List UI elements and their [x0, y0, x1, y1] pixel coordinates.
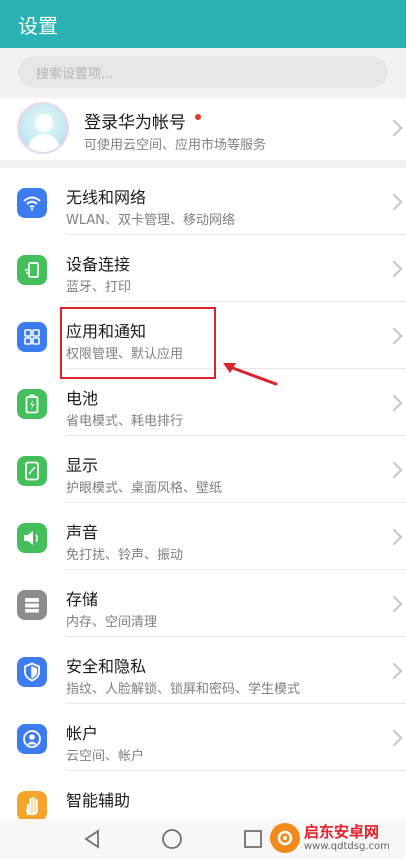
settings-item-subtitle: 指纹、人脸解锁、锁屏和密码、学生模式 — [66, 682, 301, 697]
settings-item-title: 电池 — [66, 389, 99, 408]
settings-item-subtitle: 云空间、帐户 — [66, 749, 145, 764]
chevron-right-icon — [385, 193, 403, 211]
avatar-head-shape — [35, 114, 53, 132]
settings-item-wireless[interactable]: 无线和网络 WLAN、双卡管理、移动网络 — [0, 168, 406, 235]
settings-item-title: 智能辅助 — [66, 791, 131, 810]
back-triangle-icon[interactable] — [78, 824, 108, 854]
settings-item-security-privacy[interactable]: 安全和隐私 指纹、人脸解锁、锁屏和密码、学生模式 — [0, 637, 406, 704]
avatar — [17, 102, 69, 154]
settings-item-subtitle: 护眼模式、桌面风格、壁纸 — [66, 481, 223, 496]
settings-item-smart-assist[interactable]: 智能辅助 — [0, 771, 406, 819]
account-subtitle: 可使用云空间、应用市场等服务 — [84, 138, 267, 153]
settings-item-subtitle: 内存、空间清理 — [66, 615, 158, 630]
chevron-right-icon — [385, 528, 403, 546]
watermark-url: www.qdtdsg.com — [304, 840, 390, 852]
settings-item-title: 设备连接 — [66, 255, 131, 274]
settings-item-subtitle: 免打扰、铃声、振动 — [66, 548, 184, 563]
pointer-arrow-icon — [223, 363, 278, 386]
chevron-right-icon — [385, 729, 403, 747]
watermark-name: 启东安卓网 — [304, 822, 380, 841]
chevron-right-icon — [385, 119, 403, 137]
settings-item-accounts[interactable]: 帐户 云空间、帐户 — [0, 704, 406, 771]
chevron-right-icon — [385, 260, 403, 278]
hand-icon — [17, 791, 47, 819]
settings-item-title: 帐户 — [66, 724, 99, 743]
account-icon — [17, 724, 47, 754]
settings-item-title: 存储 — [66, 590, 99, 609]
chevron-right-icon — [385, 662, 403, 680]
chevron-right-icon — [385, 327, 403, 345]
app-header: 设置 — [0, 0, 406, 48]
notification-dot — [195, 114, 201, 120]
settings-item-device-connection[interactable]: 设备连接 蓝牙、打印 — [0, 235, 406, 302]
settings-item-subtitle: 蓝牙、打印 — [66, 280, 132, 295]
settings-item-battery[interactable]: 电池 省电模式、耗电排行 — [0, 369, 406, 436]
storage-icon — [17, 590, 47, 620]
home-circle-icon[interactable] — [157, 824, 187, 854]
search-placeholder: 搜索设置项... — [36, 66, 114, 82]
search-area: 搜索设置项... — [0, 48, 406, 98]
apps-grid-icon — [17, 322, 47, 352]
display-icon — [17, 456, 47, 486]
speaker-icon — [17, 523, 47, 553]
shield-icon — [17, 657, 47, 687]
wifi-icon — [17, 188, 47, 218]
settings-item-display[interactable]: 显示 护眼模式、桌面风格、壁纸 — [0, 436, 406, 503]
settings-item-sound[interactable]: 声音 免打扰、铃声、振动 — [0, 503, 406, 570]
device-connect-icon — [17, 255, 47, 285]
settings-item-title: 声音 — [66, 523, 99, 542]
settings-list: 无线和网络 WLAN、双卡管理、移动网络 设备连接 蓝牙、打印 应用和通知 权限… — [0, 168, 406, 819]
site-watermark: 启东安卓网 www.qdtdsg.com — [270, 820, 400, 856]
recents-square-icon[interactable] — [238, 824, 268, 854]
chevron-right-icon — [385, 461, 403, 479]
settings-item-storage[interactable]: 存储 内存、空间清理 — [0, 570, 406, 637]
settings-item-title: 安全和隐私 — [66, 657, 147, 676]
search-input[interactable]: 搜索设置项... — [18, 56, 388, 88]
avatar-body-shape — [28, 134, 60, 152]
settings-item-subtitle: 省电模式、耗电排行 — [66, 414, 184, 429]
settings-item-subtitle: WLAN、双卡管理、移动网络 — [66, 213, 236, 228]
watermark-logo-icon — [270, 823, 300, 853]
settings-item-title: 显示 — [66, 456, 99, 475]
chevron-right-icon — [385, 595, 403, 613]
account-row[interactable]: 登录华为帐号 可使用云空间、应用市场等服务 — [0, 98, 406, 160]
chevron-right-icon — [385, 394, 403, 412]
highlight-box — [60, 307, 216, 379]
account-title: 登录华为帐号 — [84, 113, 186, 133]
battery-icon — [17, 389, 47, 419]
settings-item-title: 无线和网络 — [66, 188, 147, 207]
page-title: 设置 — [18, 13, 58, 38]
